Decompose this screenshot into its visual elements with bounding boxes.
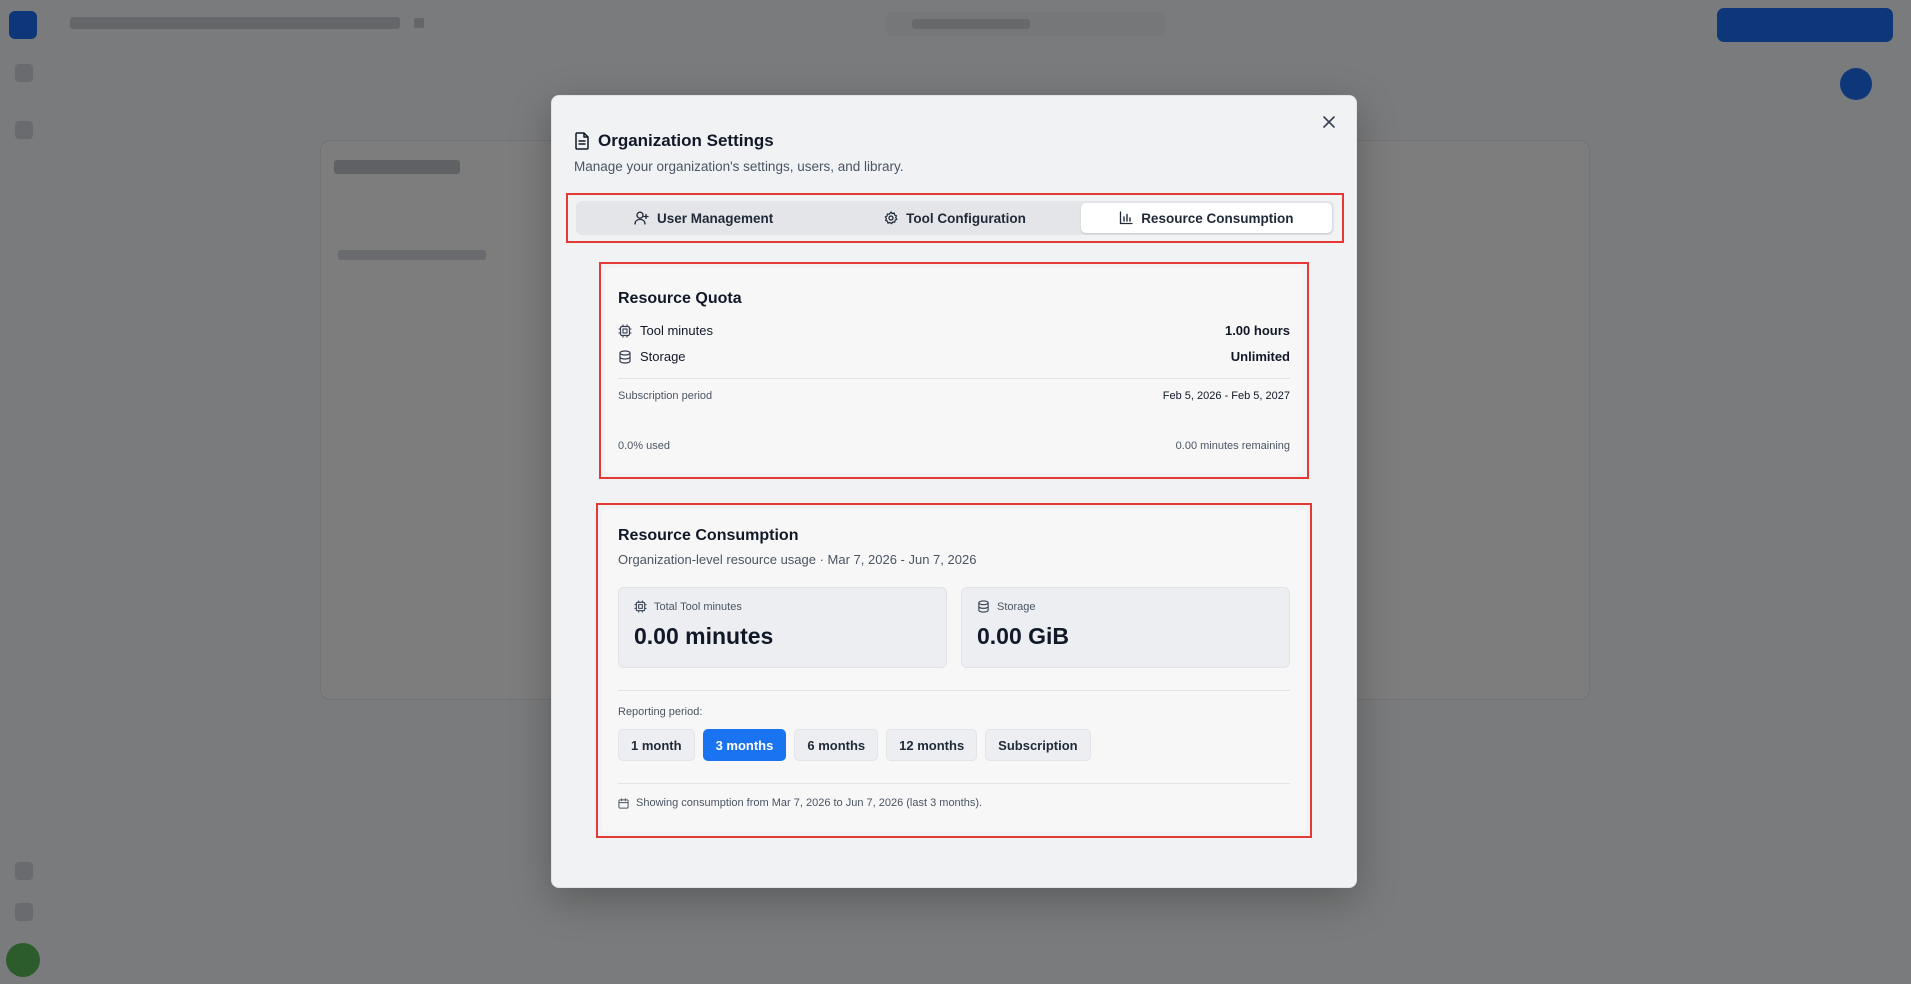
usage-row: 0.0% used 0.00 minutes remaining [618, 440, 1290, 452]
reporting-period-label: Reporting period: [618, 706, 703, 718]
bar-chart-icon [1119, 211, 1133, 225]
metric-label: Storage [997, 600, 1036, 613]
cpu-icon [634, 600, 647, 613]
resource-quota-highlight: Resource Quota Tool minutes 1.00 hours S… [599, 262, 1309, 479]
storage-label: Storage [640, 349, 686, 364]
reporting-period-options: 1 month 3 months 6 months 12 months Subs… [618, 729, 1290, 761]
resource-consumption-subtitle: Organization-level resource usage · Mar … [618, 552, 977, 567]
gear-icon [884, 211, 898, 225]
user-plus-icon [634, 211, 649, 225]
subscription-period-value: Feb 5, 2026 - Feb 5, 2027 [1162, 390, 1290, 402]
close-button[interactable] [1318, 111, 1340, 133]
close-icon [1323, 116, 1335, 128]
resource-quota-title: Resource Quota [618, 290, 742, 307]
storage-metric: Storage 0.00 GiB [961, 587, 1290, 668]
settings-tabs: User Management Tool Configuration Resou… [576, 201, 1334, 235]
metric-value: 0.00 GiB [977, 623, 1070, 649]
cpu-icon [618, 324, 632, 338]
divider [618, 783, 1290, 784]
quota-row-tool-minutes: Tool minutes 1.00 hours [618, 323, 1290, 338]
period-3-months-button[interactable]: 3 months [702, 729, 787, 761]
divider [618, 690, 1290, 691]
tool-minutes-value: 1.00 hours [1224, 323, 1290, 338]
showing-range-text: Showing consumption from Mar 7, 2026 to … [636, 797, 983, 809]
usage-percent: 0.0% used [618, 440, 670, 452]
showing-range-note: Showing consumption from Mar 7, 2026 to … [618, 797, 1290, 809]
minutes-remaining: 0.00 minutes remaining [1175, 440, 1290, 452]
divider [618, 378, 1290, 379]
period-1-month-button[interactable]: 1 month [618, 729, 695, 761]
period-6-months-button[interactable]: 6 months [794, 729, 879, 761]
total-tool-minutes-metric: Total Tool minutes 0.00 minutes [618, 587, 947, 668]
period-12-months-button[interactable]: 12 months [886, 729, 978, 761]
resource-quota-card: Resource Quota Tool minutes 1.00 hours S… [605, 268, 1303, 473]
resource-consumption-highlight: Resource Consumption Organization-level … [596, 503, 1312, 838]
resource-consumption-card: Resource Consumption Organization-level … [602, 509, 1306, 832]
database-icon [618, 349, 632, 364]
dialog-subtitle: Manage your organization's settings, use… [574, 159, 904, 174]
resource-consumption-title: Resource Consumption [618, 527, 799, 544]
metric-value: 0.00 minutes [634, 623, 774, 649]
tab-label: Tool Configuration [906, 210, 1026, 226]
storage-value: Unlimited [1230, 349, 1290, 364]
quota-row-storage: Storage Unlimited [618, 349, 1290, 364]
subscription-period-row: Subscription period Feb 5, 2026 - Feb 5,… [618, 390, 1290, 402]
subscription-period-label: Subscription period [618, 390, 713, 402]
period-subscription-button[interactable]: Subscription [985, 729, 1091, 761]
metric-label: Total Tool minutes [654, 600, 742, 613]
tab-user-management[interactable]: User Management [578, 203, 829, 233]
calendar-icon [618, 797, 629, 809]
tab-resource-consumption[interactable]: Resource Consumption [1080, 203, 1332, 233]
organization-settings-dialog: Organization Settings Manage your organi… [551, 95, 1357, 888]
dialog-header: Organization Settings Manage your organi… [574, 131, 904, 174]
tab-tool-configuration[interactable]: Tool Configuration [829, 203, 1080, 233]
tool-minutes-label: Tool minutes [640, 323, 713, 338]
dialog-title: Organization Settings [598, 131, 774, 150]
metrics-row: Total Tool minutes 0.00 minutes Storage … [618, 587, 1290, 668]
document-icon [574, 132, 590, 150]
tabs-highlight: User Management Tool Configuration Resou… [566, 193, 1344, 243]
tab-label: User Management [657, 210, 774, 226]
tab-label: Resource Consumption [1141, 210, 1294, 226]
database-icon [977, 600, 990, 613]
